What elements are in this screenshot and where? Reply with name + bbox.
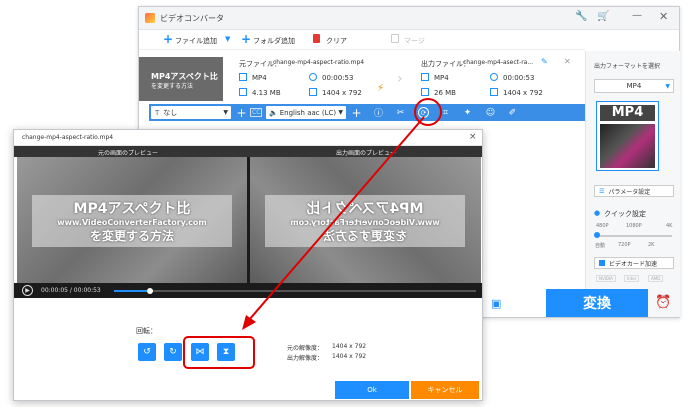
annotation-arrow — [242, 116, 425, 330]
